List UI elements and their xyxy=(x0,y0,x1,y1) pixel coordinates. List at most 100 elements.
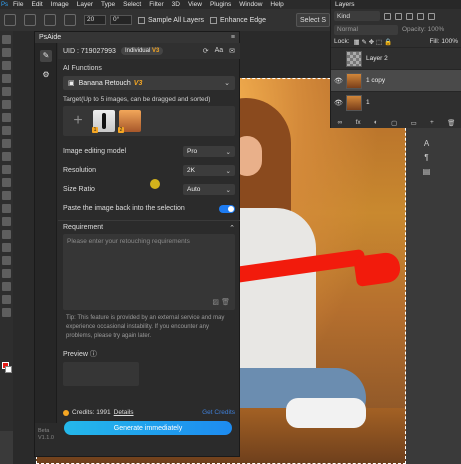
link-layers-icon[interactable]: ∞ xyxy=(338,119,343,126)
lock-icons[interactable]: ▦ ✎ ✥ ⬚ 🔒 xyxy=(354,38,393,46)
panel-menu-icon[interactable]: ≡ xyxy=(231,34,235,41)
options-bar: 20 0° Sample All Layers Enhance Edge xyxy=(0,9,330,31)
add-selection-icon[interactable] xyxy=(44,14,56,26)
size-ratio-dropdown[interactable]: Auto ⌄ xyxy=(183,184,235,195)
frame-tool-icon[interactable] xyxy=(2,100,11,109)
menu-plugins[interactable]: Plugins xyxy=(206,1,235,8)
menu-help[interactable]: Help xyxy=(266,1,287,8)
get-credits-link[interactable]: Get Credits xyxy=(202,409,235,416)
history-brush-tool-icon[interactable] xyxy=(2,165,11,174)
menu-type[interactable]: Type xyxy=(97,1,119,8)
generate-button[interactable]: Generate immediately xyxy=(64,421,232,435)
refresh-icon[interactable]: ⟳ xyxy=(203,47,209,55)
crop-tool-icon[interactable] xyxy=(2,87,11,96)
menu-edit[interactable]: Edit xyxy=(27,1,46,8)
delete-layer-icon[interactable]: 🗑 xyxy=(447,119,455,127)
menu-filter[interactable]: Filter xyxy=(145,1,167,8)
select-subject-button[interactable]: Select S xyxy=(296,13,330,27)
quick-select-tool-icon[interactable] xyxy=(2,74,11,83)
panel-sidebar: ✎ ⚙ xyxy=(35,43,57,423)
model-row: Image editing model Pro ⌄ xyxy=(58,142,240,161)
pen-tool-icon[interactable] xyxy=(2,230,11,239)
menu-image[interactable]: Image xyxy=(47,1,73,8)
adjustment-layer-icon[interactable]: ◐ xyxy=(374,119,378,126)
gradient-tool-icon[interactable] xyxy=(2,191,11,200)
target-images-box[interactable]: + 1 2 xyxy=(63,106,235,136)
layer-row[interactable]: 👁 1 copy xyxy=(331,69,461,91)
requirement-header[interactable]: Requirement ⌃ xyxy=(58,220,240,234)
trash-icon[interactable]: 🗑 xyxy=(221,298,230,306)
menu-layer[interactable]: Layer xyxy=(73,1,97,8)
healing-tool-icon[interactable] xyxy=(2,126,11,135)
target-thumb-1[interactable]: 1 xyxy=(92,110,115,133)
new-layer-icon[interactable]: + xyxy=(430,119,434,126)
menu-3d[interactable]: 3D xyxy=(168,1,184,8)
paste-back-toggle[interactable] xyxy=(219,204,235,213)
language-icon[interactable]: Aa xyxy=(215,47,224,55)
visibility-eye-icon[interactable]: 👁 xyxy=(334,99,343,107)
layer-row[interactable]: Layer 2 xyxy=(331,47,461,69)
subtract-selection-icon[interactable] xyxy=(64,14,76,26)
target-thumb-2[interactable]: 2 xyxy=(118,110,141,133)
visibility-eye-icon[interactable]: 👁 xyxy=(334,77,343,85)
more-tools-icon[interactable] xyxy=(2,308,11,317)
menu-file[interactable]: File xyxy=(9,1,27,8)
eraser-tool-icon[interactable] xyxy=(2,178,11,187)
paragraph-panel-icon[interactable]: ¶ xyxy=(421,153,432,164)
shape-filter-icon[interactable] xyxy=(417,12,424,20)
sample-all-layers-checkbox[interactable] xyxy=(138,16,145,24)
layers-footer: ∞ fx ◐ ▢ ▭ + 🗑 xyxy=(331,117,461,128)
brush-tool-icon[interactable] xyxy=(2,139,11,148)
blend-mode-dropdown[interactable]: Normal xyxy=(334,24,398,35)
settings-gear-icon[interactable]: ⚙ xyxy=(40,69,52,81)
lasso-tool-icon[interactable] xyxy=(2,61,11,70)
kind-filter-dropdown[interactable]: Kind xyxy=(334,11,380,21)
menu-select[interactable]: Select xyxy=(119,1,145,8)
type-filter-icon[interactable] xyxy=(406,12,413,20)
character-panel-icon[interactable]: A xyxy=(421,139,432,150)
quick-select-tool-icon[interactable] xyxy=(24,14,36,26)
zoom-tool-icon[interactable] xyxy=(2,295,11,304)
layer-row[interactable]: 👁 1 xyxy=(331,91,461,113)
blur-tool-icon[interactable] xyxy=(2,204,11,213)
angle-field[interactable]: 0° xyxy=(110,15,132,25)
dodge-tool-icon[interactable] xyxy=(2,217,11,226)
background-color-swatch[interactable] xyxy=(5,366,12,373)
brush-size-field[interactable]: 20 xyxy=(84,15,106,25)
fx-icon[interactable]: fx xyxy=(356,119,361,126)
path-select-tool-icon[interactable] xyxy=(2,256,11,265)
service-tip: Tip: This feature is provided by an exte… xyxy=(66,315,225,339)
image-insert-icon[interactable]: ▨ xyxy=(212,298,219,306)
layer-thumbnail xyxy=(346,72,362,89)
group-icon[interactable]: ▭ xyxy=(411,119,417,127)
menu-view[interactable]: View xyxy=(184,1,206,8)
layers-tab[interactable]: Layers xyxy=(331,0,461,9)
mask-icon[interactable]: ▢ xyxy=(391,119,397,127)
pixel-filter-icon[interactable] xyxy=(384,12,391,20)
opacity-field[interactable]: Opacity: 100% xyxy=(402,26,444,33)
requirement-textarea[interactable]: Please enter your retouching requirement… xyxy=(63,234,235,310)
properties-panel-icon[interactable]: ▤ xyxy=(421,167,432,178)
menu-window[interactable]: Window xyxy=(235,1,266,8)
chevron-up-icon[interactable]: ⌃ xyxy=(229,224,235,232)
enhance-edge-checkbox[interactable] xyxy=(210,16,218,24)
resolution-dropdown[interactable]: 2K ⌄ xyxy=(183,165,235,176)
shape-tool-icon[interactable] xyxy=(2,269,11,278)
home-icon[interactable] xyxy=(4,14,16,26)
ai-function-dropdown[interactable]: ▣ Banana Retouch V3 ⌄ xyxy=(63,76,235,90)
move-tool-icon[interactable] xyxy=(2,35,11,44)
smart-object-filter-icon[interactable] xyxy=(428,12,435,20)
eyedropper-tool-icon[interactable] xyxy=(2,113,11,122)
fill-field[interactable]: Fill: 100% xyxy=(429,38,458,45)
stamp-tool-icon[interactable] xyxy=(2,152,11,161)
add-image-icon[interactable]: + xyxy=(67,110,89,132)
type-tool-icon[interactable] xyxy=(2,243,11,252)
details-link[interactable]: Details xyxy=(114,409,134,416)
layer-name: 1 copy xyxy=(366,77,386,84)
model-dropdown[interactable]: Pro ⌄ xyxy=(183,146,235,157)
hand-tool-icon[interactable] xyxy=(2,282,11,291)
notification-icon[interactable]: ✉ xyxy=(229,47,235,55)
marquee-tool-icon[interactable] xyxy=(2,48,11,57)
edit-pencil-icon[interactable]: ✎ xyxy=(40,50,52,62)
adjustment-filter-icon[interactable] xyxy=(395,12,402,20)
